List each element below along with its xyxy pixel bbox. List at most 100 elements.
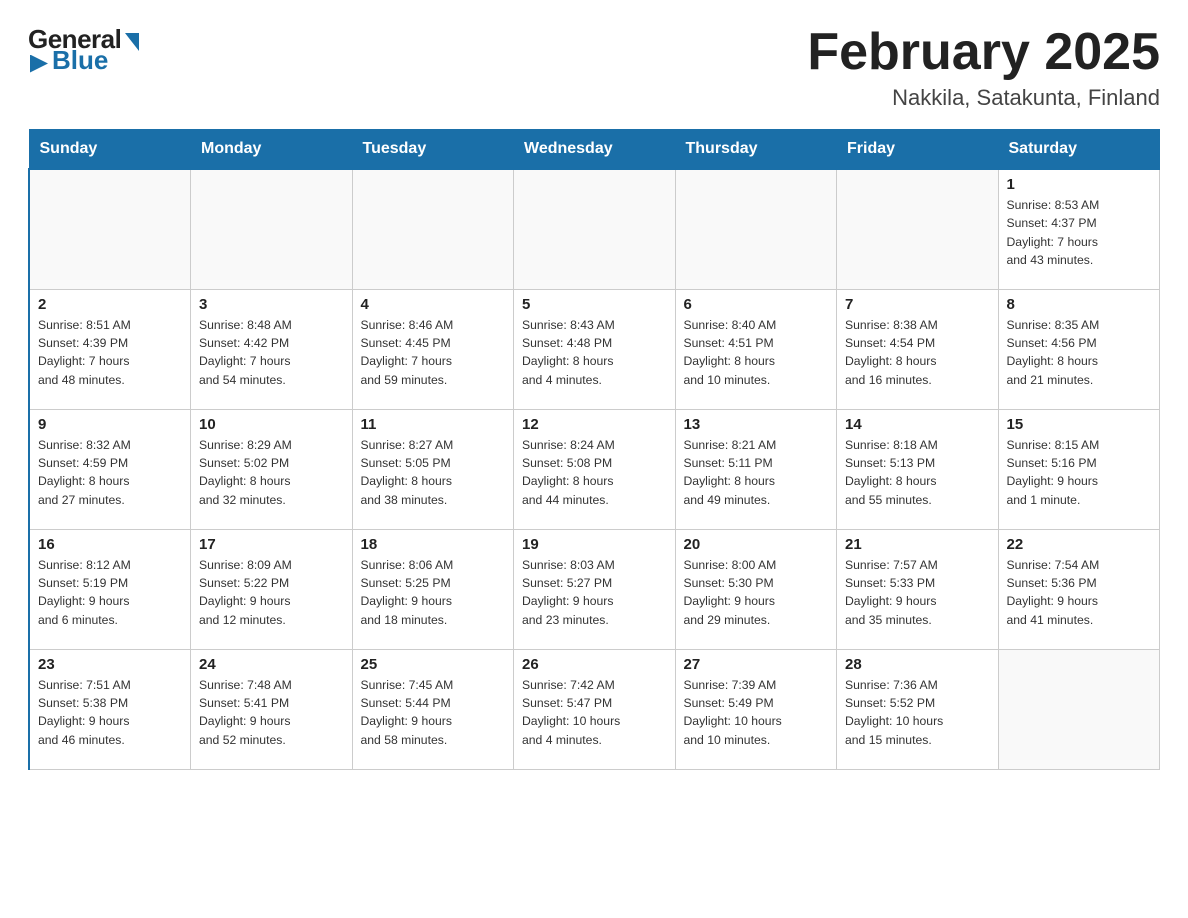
day-cell: 2Sunrise: 8:51 AM Sunset: 4:39 PM Daylig… [29, 289, 191, 409]
day-info: Sunrise: 8:03 AM Sunset: 5:27 PM Dayligh… [522, 556, 667, 629]
logo-blue-text: Blue [52, 45, 108, 76]
week-row-1: 1 Sunrise: 8:53 AM Sunset: 4:37 PM Daylig… [29, 169, 1160, 289]
day-number: 21 [845, 536, 990, 553]
day-info: Sunrise: 8:38 AM Sunset: 4:54 PM Dayligh… [845, 316, 990, 389]
day-cell: 17 Sunrise: 8:09 AM Sunset: 5:22 PM Dayli… [191, 529, 353, 649]
day-number: 7 [845, 296, 990, 313]
day-number: 15 [1007, 416, 1152, 433]
location-title: Nakkila, Satakunta, Finland [807, 85, 1160, 111]
day-info: Sunrise: 8:00 AM Sunset: 5:30 PM Dayligh… [684, 556, 829, 629]
day-cell: 11 Sunrise: 8:27 AM Sunset: 5:05 PM Dayli… [352, 409, 514, 529]
day-number: 28 [845, 656, 990, 673]
weekday-header-monday: Monday [191, 130, 353, 170]
day-info: Sunrise: 8:43 AM Sunset: 4:48 PM Dayligh… [522, 316, 667, 389]
day-info: Sunrise: 8:29 AM Sunset: 5:02 PM Dayligh… [199, 436, 344, 509]
day-number: 11 [361, 416, 506, 433]
weekday-header-wednesday: Wednesday [514, 130, 676, 170]
day-number: 5 [522, 296, 667, 313]
day-info: Sunrise: 8:32 AM Sunset: 4:59 PM Dayligh… [38, 436, 182, 509]
weekday-header-tuesday: Tuesday [352, 130, 514, 170]
day-info: Sunrise: 8:53 AM Sunset: 4:37 PM Dayligh… [1007, 196, 1152, 269]
day-info: Sunrise: 8:18 AM Sunset: 5:13 PM Dayligh… [845, 436, 990, 509]
day-info: Sunrise: 8:06 AM Sunset: 5:25 PM Dayligh… [361, 556, 506, 629]
day-number: 18 [361, 536, 506, 553]
day-cell [675, 169, 837, 289]
logo-arrow-icon [125, 33, 139, 51]
calendar-table: SundayMondayTuesdayWednesdayThursdayFrid… [28, 129, 1160, 770]
day-cell: 16Sunrise: 8:12 AM Sunset: 5:19 PM Dayli… [29, 529, 191, 649]
day-info: Sunrise: 7:36 AM Sunset: 5:52 PM Dayligh… [845, 676, 990, 749]
day-cell [998, 649, 1160, 769]
day-cell: 10 Sunrise: 8:29 AM Sunset: 5:02 PM Dayli… [191, 409, 353, 529]
day-number: 22 [1007, 536, 1152, 553]
day-number: 3 [199, 296, 344, 313]
day-number: 1 [1007, 176, 1152, 193]
day-cell: 7 Sunrise: 8:38 AM Sunset: 4:54 PM Daylig… [837, 289, 999, 409]
day-info: Sunrise: 7:54 AM Sunset: 5:36 PM Dayligh… [1007, 556, 1152, 629]
day-cell: 12Sunrise: 8:24 AM Sunset: 5:08 PM Dayli… [514, 409, 676, 529]
logo: General Blue [28, 24, 139, 76]
day-number: 12 [522, 416, 667, 433]
day-info: Sunrise: 7:48 AM Sunset: 5:41 PM Dayligh… [199, 676, 344, 749]
week-row-4: 16Sunrise: 8:12 AM Sunset: 5:19 PM Dayli… [29, 529, 1160, 649]
weekday-header-friday: Friday [837, 130, 999, 170]
day-number: 17 [199, 536, 344, 553]
title-area: February 2025 Nakkila, Satakunta, Finlan… [807, 24, 1160, 111]
day-cell: 4Sunrise: 8:46 AM Sunset: 4:45 PM Daylig… [352, 289, 514, 409]
day-info: Sunrise: 8:51 AM Sunset: 4:39 PM Dayligh… [38, 316, 182, 389]
day-number: 8 [1007, 296, 1152, 313]
day-cell: 24 Sunrise: 7:48 AM Sunset: 5:41 PM Dayli… [191, 649, 353, 769]
day-info: Sunrise: 7:45 AM Sunset: 5:44 PM Dayligh… [361, 676, 506, 749]
day-info: Sunrise: 8:46 AM Sunset: 4:45 PM Dayligh… [361, 316, 506, 389]
weekday-header-saturday: Saturday [998, 130, 1160, 170]
day-cell: 8 Sunrise: 8:35 AM Sunset: 4:56 PM Daylig… [998, 289, 1160, 409]
header: General Blue February 2025 Nakkila, Sata… [28, 24, 1160, 111]
day-info: Sunrise: 7:57 AM Sunset: 5:33 PM Dayligh… [845, 556, 990, 629]
day-cell: 13Sunrise: 8:21 AM Sunset: 5:11 PM Dayli… [675, 409, 837, 529]
weekday-header-row: SundayMondayTuesdayWednesdayThursdayFrid… [29, 130, 1160, 170]
day-info: Sunrise: 8:21 AM Sunset: 5:11 PM Dayligh… [684, 436, 829, 509]
day-number: 20 [684, 536, 829, 553]
day-info: Sunrise: 8:09 AM Sunset: 5:22 PM Dayligh… [199, 556, 344, 629]
day-number: 10 [199, 416, 344, 433]
day-info: Sunrise: 8:40 AM Sunset: 4:51 PM Dayligh… [684, 316, 829, 389]
month-title: February 2025 [807, 24, 1160, 81]
day-cell [29, 169, 191, 289]
weekday-header-thursday: Thursday [675, 130, 837, 170]
day-cell: 21 Sunrise: 7:57 AM Sunset: 5:33 PM Dayli… [837, 529, 999, 649]
day-cell: 22 Sunrise: 7:54 AM Sunset: 5:36 PM Dayli… [998, 529, 1160, 649]
day-cell: 19 Sunrise: 8:03 AM Sunset: 5:27 PM Dayli… [514, 529, 676, 649]
week-row-2: 2Sunrise: 8:51 AM Sunset: 4:39 PM Daylig… [29, 289, 1160, 409]
day-cell: 23 Sunrise: 7:51 AM Sunset: 5:38 PM Dayli… [29, 649, 191, 769]
day-cell: 27 Sunrise: 7:39 AM Sunset: 5:49 PM Dayli… [675, 649, 837, 769]
day-info: Sunrise: 8:27 AM Sunset: 5:05 PM Dayligh… [361, 436, 506, 509]
week-row-3: 9 Sunrise: 8:32 AM Sunset: 4:59 PM Daylig… [29, 409, 1160, 529]
day-cell: 18 Sunrise: 8:06 AM Sunset: 5:25 PM Dayli… [352, 529, 514, 649]
day-number: 24 [199, 656, 344, 673]
weekday-header-sunday: Sunday [29, 130, 191, 170]
day-info: Sunrise: 7:42 AM Sunset: 5:47 PM Dayligh… [522, 676, 667, 749]
day-cell [837, 169, 999, 289]
day-number: 16 [38, 536, 182, 553]
logo-triangle-icon [30, 55, 48, 73]
day-info: Sunrise: 7:51 AM Sunset: 5:38 PM Dayligh… [38, 676, 182, 749]
day-cell: 15Sunrise: 8:15 AM Sunset: 5:16 PM Dayli… [998, 409, 1160, 529]
day-number: 14 [845, 416, 990, 433]
day-info: Sunrise: 7:39 AM Sunset: 5:49 PM Dayligh… [684, 676, 829, 749]
day-info: Sunrise: 8:35 AM Sunset: 4:56 PM Dayligh… [1007, 316, 1152, 389]
day-cell [352, 169, 514, 289]
day-cell: 14 Sunrise: 8:18 AM Sunset: 5:13 PM Dayli… [837, 409, 999, 529]
day-cell: 9 Sunrise: 8:32 AM Sunset: 4:59 PM Daylig… [29, 409, 191, 529]
day-number: 26 [522, 656, 667, 673]
day-cell [514, 169, 676, 289]
day-cell: 28 Sunrise: 7:36 AM Sunset: 5:52 PM Dayli… [837, 649, 999, 769]
day-cell: 20 Sunrise: 8:00 AM Sunset: 5:30 PM Dayli… [675, 529, 837, 649]
day-number: 6 [684, 296, 829, 313]
day-number: 9 [38, 416, 182, 433]
day-cell: 6 Sunrise: 8:40 AM Sunset: 4:51 PM Daylig… [675, 289, 837, 409]
day-number: 19 [522, 536, 667, 553]
page: General Blue February 2025 Nakkila, Sata… [0, 0, 1188, 798]
day-cell: 1 Sunrise: 8:53 AM Sunset: 4:37 PM Daylig… [998, 169, 1160, 289]
day-number: 27 [684, 656, 829, 673]
day-number: 23 [38, 656, 182, 673]
